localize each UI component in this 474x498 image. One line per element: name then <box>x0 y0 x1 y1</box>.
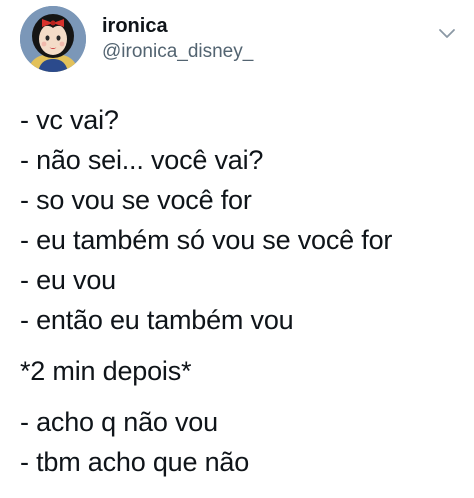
dialogue-line: - acho q não vou <box>20 407 218 437</box>
tweet-card: ironica @ironica_disney_ - vc vai? - não… <box>0 0 474 498</box>
chevron-down-icon[interactable] <box>436 22 458 44</box>
chevron-down-icon-glyph <box>439 29 455 38</box>
interlude-line: *2 min depois* <box>20 356 192 386</box>
dialogue-line: - eu também só vou se você for <box>20 225 393 255</box>
dialogue-line: - tbm acho que não <box>20 447 250 477</box>
dialogue-line: - vc vai? <box>20 105 119 135</box>
username-handle: @ironica_disney_ <box>102 41 254 62</box>
snow-white-avatar-icon <box>20 6 86 72</box>
author-names: ironica @ironica_disney_ <box>102 14 253 64</box>
dialogue-line: - então eu também vou <box>20 305 294 335</box>
dialogue-line: - eu vou <box>20 265 116 295</box>
avatar[interactable] <box>20 6 86 72</box>
tweet-header: ironica @ironica_disney_ <box>20 6 460 76</box>
dialogue-line: - não sei... você vai? <box>20 145 264 175</box>
display-name[interactable]: ironica <box>102 14 253 38</box>
dialogue-line: - so vou se você for <box>20 185 252 215</box>
tweet-text: - vc vai? - não sei... você vai? - so vo… <box>20 100 460 482</box>
